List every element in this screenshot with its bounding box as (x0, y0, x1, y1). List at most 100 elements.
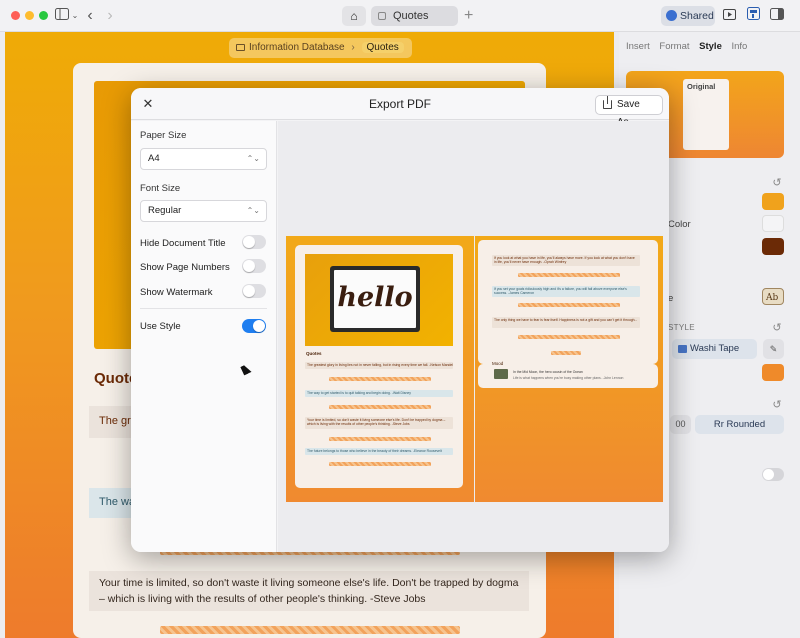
inspector-toggle[interactable] (762, 468, 784, 481)
use-style-toggle[interactable] (242, 319, 266, 333)
chevron-updown-icon: ⌃⌄ (246, 154, 260, 163)
preview-quote: If you look at what you have in life, yo… (492, 255, 640, 266)
color-swatch-accent[interactable] (762, 193, 784, 210)
preview-page-1: hello Quotes The greatest glory in livin… (286, 236, 474, 502)
preview-quote: The way to get started is to quit talkin… (305, 390, 453, 397)
rounded-prefix: Rr (713, 419, 724, 430)
save-as-button[interactable]: Save As... (595, 95, 663, 128)
preview-quote: The future belongs to those who believe … (305, 448, 453, 455)
preview-washi (551, 351, 581, 355)
rounded-label: Rounded (726, 419, 766, 430)
use-style-label: Use Style (140, 321, 181, 332)
preview-washi (329, 377, 431, 381)
minimize-window-button[interactable] (25, 11, 34, 20)
preview-washi (518, 273, 620, 277)
home-tab[interactable]: ⌂ (342, 6, 366, 26)
paper-size-value: A4 (148, 153, 160, 164)
export-settings-panel: Paper Size A4 ⌃⌄ Font Size Regular ⌃⌄ Hi… (131, 121, 277, 552)
hide-document-title-label: Hide Document Title (140, 238, 226, 249)
zoom-window-button[interactable] (39, 11, 48, 20)
tab-quotes-label: Quotes (393, 10, 429, 22)
close-icon[interactable]: ✕ (140, 96, 156, 112)
hide-document-title-toggle[interactable] (242, 235, 266, 249)
preview-thumbnail (494, 369, 508, 379)
preview-quote: If you set your goals ridiculously high … (492, 286, 640, 297)
font-size-value: Regular (148, 205, 182, 216)
pdf-preview[interactable]: hello Quotes The greatest glory in livin… (278, 121, 669, 552)
preview-quote: Life is what happens when you're busy ma… (513, 376, 624, 380)
reset-icon[interactable]: ↺ (771, 174, 783, 192)
preview-heading: Quotes (306, 351, 322, 356)
globe-icon (666, 10, 677, 21)
forward-button[interactable]: › (104, 7, 116, 25)
window-titlebar: ⌄ ‹ › ⌂ Quotes + Shared (0, 0, 800, 32)
breadcrumb-parent[interactable]: Information Database (249, 42, 345, 53)
close-window-button[interactable] (11, 11, 20, 20)
washi-tape-button[interactable]: Washi Tape (672, 339, 757, 359)
new-tab-button[interactable]: + (464, 6, 473, 26)
quote-block[interactable]: Your time is limited, so don't waste it … (89, 571, 529, 611)
back-button[interactable]: ‹ (84, 7, 96, 25)
breadcrumb[interactable]: Information Database › Quotes (229, 38, 412, 58)
tab-format[interactable]: Format (659, 41, 689, 52)
preview-washi (329, 437, 431, 441)
font-size-select[interactable]: Regular ⌃⌄ (140, 200, 267, 222)
present-icon[interactable] (722, 7, 736, 25)
database-icon (378, 12, 386, 20)
tab-insert[interactable]: Insert (626, 41, 650, 52)
corner-radius-label: 00 (675, 419, 686, 429)
color-swatch-text[interactable] (762, 238, 784, 255)
color-swatch-tape[interactable] (762, 364, 784, 381)
corner-radius-button[interactable]: 00 (670, 415, 691, 434)
color-label: Color (668, 219, 691, 230)
font-size-label: Font Size (140, 183, 181, 194)
reset-icon[interactable]: ↺ (771, 396, 783, 414)
chevron-updown-icon: ⌃⌄ (246, 206, 260, 215)
rounded-button[interactable]: Rr Rounded (695, 415, 784, 434)
home-icon: ⌂ (350, 9, 358, 23)
tab-style[interactable]: Style (699, 41, 722, 52)
font-style-icon[interactable]: Ab (762, 288, 784, 305)
dialog-header: Export PDF ✕ Save As... (131, 88, 669, 128)
style-preview-label: Original (687, 82, 716, 91)
mouse-cursor-icon (240, 363, 252, 376)
preview-section-label: Mood (492, 361, 504, 366)
washi-tape-decoration (160, 626, 460, 634)
show-page-numbers-label: Show Page Numbers (140, 262, 230, 273)
preview-washi (329, 405, 431, 409)
inspector-toggle-icon[interactable] (770, 7, 784, 25)
svg-text:Ab: Ab (765, 293, 778, 303)
chevron-down-icon[interactable]: ⌄ (70, 7, 80, 25)
show-page-numbers-toggle[interactable] (242, 259, 266, 273)
share-icon (603, 96, 612, 109)
style-preview-card: Original (683, 79, 729, 150)
shared-button[interactable]: Shared (661, 6, 715, 26)
paper-size-select[interactable]: A4 ⌃⌄ (140, 148, 267, 170)
tab-quotes[interactable]: Quotes (371, 6, 458, 26)
preview-washi (329, 462, 431, 466)
shared-label: Shared (680, 10, 714, 22)
preview-quote: The only thing we have to fear is fear i… (492, 317, 640, 328)
preview-quote: Your time is limited, so don't waste it … (305, 417, 453, 429)
export-pdf-dialog: Export PDF ✕ Save As... Paper Size A4 ⌃⌄… (131, 88, 669, 552)
style-section-label: STYLE (668, 323, 695, 332)
show-watermark-toggle[interactable] (242, 284, 266, 298)
divider (140, 308, 267, 309)
tape-icon (678, 345, 687, 353)
tab-info[interactable]: Info (732, 41, 748, 52)
breadcrumb-separator: › (351, 42, 355, 53)
washi-tape-label: Washi Tape (690, 343, 740, 354)
show-watermark-label: Show Watermark (140, 287, 213, 298)
paper-size-label: Paper Size (140, 130, 187, 141)
folder-icon (236, 44, 245, 51)
reset-icon[interactable]: ↺ (771, 319, 783, 337)
preview-page-2: If you look at what you have in life, yo… (475, 236, 663, 502)
color-swatch-background[interactable] (762, 215, 784, 232)
pen-icon[interactable]: ✎ (763, 339, 784, 359)
sidebar-toggle-icon[interactable] (54, 7, 70, 25)
format-painter-icon[interactable] (746, 7, 760, 25)
dialog-title: Export PDF (368, 97, 431, 111)
preview-washi (518, 335, 620, 339)
preview-washi (518, 303, 620, 307)
breadcrumb-current[interactable]: Quotes (361, 42, 404, 53)
